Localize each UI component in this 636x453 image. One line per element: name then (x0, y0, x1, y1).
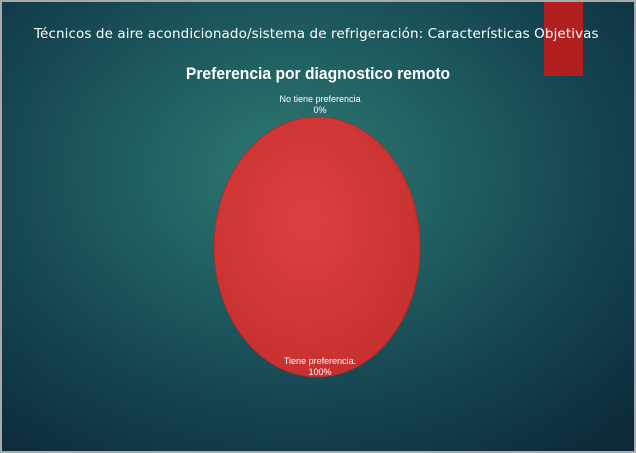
pie-chart (213, 116, 421, 378)
slide: Técnicos de aire acondicionado/sistema d… (0, 0, 636, 453)
slice-label-no-preference: No tiene preferencia 0% (260, 94, 380, 116)
slice-percent: 100% (308, 367, 332, 377)
slice-name: No tiene preferencia (279, 94, 361, 104)
pie-slice-tiene-preferencia (213, 116, 421, 378)
slice-name: Tiene preferencia. (283, 356, 357, 366)
slice-label-has-preference: Tiene preferencia. 100% (260, 356, 380, 378)
slice-percent: 0% (313, 105, 327, 115)
